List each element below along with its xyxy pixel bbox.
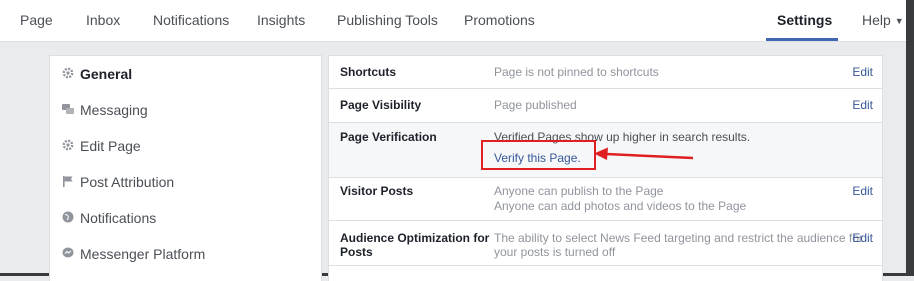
gear-icon — [60, 66, 76, 82]
row-label: Audience Optimization for — [340, 231, 490, 245]
sidebar-item-general[interactable]: General — [50, 56, 321, 92]
sidebar-item-post-attribution[interactable]: Post Attribution — [50, 164, 321, 200]
chat-bubbles-icon — [60, 102, 76, 118]
sidebar-item-label: Edit Page — [80, 138, 141, 154]
sidebar-item-label: Post Attribution — [80, 174, 175, 190]
sidebar-item-messaging[interactable]: Messaging — [50, 92, 321, 128]
row-value: The ability to select News Feed targetin… — [494, 231, 863, 245]
flag-icon — [60, 174, 76, 190]
globe-icon — [60, 210, 76, 226]
window-edge-right — [906, 0, 914, 276]
nav-tab-inbox[interactable]: Inbox — [86, 0, 120, 41]
nav-help-label: Help — [862, 12, 891, 28]
settings-row-audience-optimization[interactable]: Audience Optimization for Posts The abil… — [329, 221, 882, 266]
active-tab-underline — [766, 38, 838, 41]
row-value: Anyone can publish to the Page — [494, 184, 664, 198]
settings-sidebar: General Messaging Edit Page Post Attribu… — [49, 55, 322, 281]
settings-row-visitor-posts[interactable]: Visitor Posts Anyone can publish to the … — [329, 178, 882, 221]
row-value-line2: your posts is turned off — [494, 245, 616, 259]
sidebar-item-label: Messenger Platform — [80, 246, 206, 262]
sidebar-item-edit-page[interactable]: Edit Page — [50, 128, 321, 164]
row-value: Page published — [494, 98, 577, 112]
row-label: Visitor Posts — [340, 184, 414, 198]
sidebar-item-messenger-platform[interactable]: Messenger Platform — [50, 236, 321, 272]
row-value-line2: Anyone can add photos and videos to the … — [494, 199, 747, 213]
annotation-arrow — [594, 147, 694, 160]
settings-row-shortcuts[interactable]: Shortcuts Page is not pinned to shortcut… — [329, 56, 882, 89]
nav-tab-insights[interactable]: Insights — [257, 0, 305, 41]
gear-icon — [60, 138, 76, 154]
sidebar-item-label: General — [80, 66, 133, 82]
nav-tab-page[interactable]: Page — [20, 0, 53, 41]
general-settings-panel: Shortcuts Page is not pinned to shortcut… — [328, 55, 883, 281]
sidebar-item-label: Notifications — [80, 210, 157, 226]
row-label: Shortcuts — [340, 65, 397, 79]
page-top-nav: Page Inbox Notifications Insights Publis… — [0, 0, 906, 42]
row-value: Page is not pinned to shortcuts — [494, 65, 659, 79]
nav-tab-help[interactable]: Help ▼ — [862, 0, 904, 41]
sidebar-item-notifications[interactable]: Notifications — [50, 200, 321, 236]
row-label: Page Verification — [340, 130, 437, 144]
row-label-line2: Posts — [340, 245, 373, 259]
nav-tab-notifications[interactable]: Notifications — [153, 0, 229, 41]
edit-link[interactable]: Edit — [852, 65, 873, 79]
edit-link[interactable]: Edit — [852, 98, 873, 112]
caret-down-icon: ▼ — [894, 16, 904, 26]
nav-tab-promotions[interactable]: Promotions — [464, 0, 535, 41]
settings-row-page-visibility[interactable]: Page Visibility Page published Edit — [329, 89, 882, 123]
annotation-highlight-box — [481, 140, 596, 170]
messenger-icon — [60, 246, 76, 262]
edit-link[interactable]: Edit — [852, 184, 873, 198]
nav-tab-settings[interactable]: Settings — [777, 0, 832, 41]
sidebar-item-label: Messaging — [80, 102, 148, 118]
row-label: Page Visibility — [340, 98, 422, 112]
nav-tab-publishing-tools[interactable]: Publishing Tools — [337, 0, 438, 41]
edit-link[interactable]: Edit — [852, 231, 873, 245]
